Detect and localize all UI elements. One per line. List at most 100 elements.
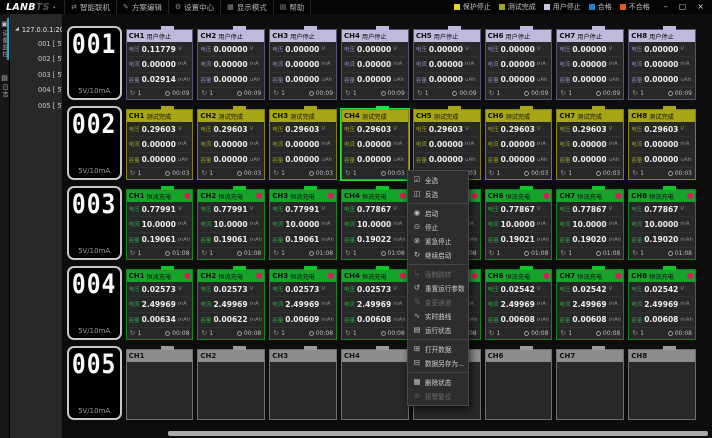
- tree-root[interactable]: ◢ 127.0.0.1:2001,2000 [连接设备5 台]: [15, 21, 62, 36]
- menu-item-realtime-curve[interactable]: ∿实时曲线: [408, 309, 468, 323]
- channel-card-005-ch2[interactable]: CH2: [197, 349, 265, 420]
- channel-card-003-ch4[interactable]: CH4恒流充电电压0.77867V电流10.0000mA容量0.19022mAh…: [341, 189, 409, 260]
- device-panel-003[interactable]: 0035V/10mA: [67, 186, 122, 260]
- channel-card-004-ch2[interactable]: CH2恒流充电电压0.02573V电流2.49969mA容量0.00622mAh…: [197, 269, 265, 340]
- channel-card-001-ch4[interactable]: CH4用户停止电压0.00000V电流0.00000mA容量0.00000uAh…: [341, 29, 409, 100]
- device-number: 004: [72, 272, 117, 298]
- clock-icon: [309, 331, 314, 336]
- device-monitor-icon: ▣: [1, 20, 8, 28]
- voltage-label: 电压: [200, 125, 211, 133]
- close-button[interactable]: ×: [697, 3, 704, 11]
- channel-card-002-ch4[interactable]: CH4测试完成电压0.29603V电流0.00000mA容量0.00000uAh…: [341, 109, 409, 180]
- channel-card-003-ch1[interactable]: CH1恒流充电电压0.77991V电流10.0000mA容量0.19061mAh…: [126, 189, 194, 260]
- horizontal-scrollbar[interactable]: [168, 431, 708, 436]
- capacity-label: 容量: [200, 236, 211, 244]
- clock-icon: [165, 171, 170, 176]
- logo-dropdown-caret[interactable]: ·: [53, 3, 56, 12]
- channel-card-005-ch3[interactable]: CH3: [269, 349, 337, 420]
- sidebar-tab-device-monitor[interactable]: ▣设备监控: [0, 19, 9, 59]
- channel-card-001-ch5[interactable]: CH5用户停止电压0.00000V电流0.00000mA容量0.00000uAh…: [413, 29, 481, 100]
- channel-card-005-ch6[interactable]: CH6: [485, 349, 553, 420]
- channel-card-002-ch3[interactable]: CH3测试完成电压0.29603V电流0.00000mA容量0.00000uAh…: [269, 109, 337, 180]
- channel-name: CH8: [631, 192, 647, 200]
- channel-card-005-ch7[interactable]: CH7: [556, 349, 624, 420]
- tree-item-001[interactable]: 001 [ 5V/10mA-1.1-20180501001 ]: [15, 36, 62, 52]
- channel-footer: ↻100:03: [342, 168, 408, 179]
- channel-status: 测试完成: [577, 112, 602, 121]
- tree-item-003[interactable]: 003 [ 5V/10mA-1.1-20180501003 ]: [15, 67, 62, 83]
- channel-card-004-ch7[interactable]: CH7恒流充电电压0.02542V电流2.49969mA容量0.00608mAh…: [556, 269, 624, 340]
- current-unit: mA: [250, 221, 259, 227]
- capacity-row: 容量0.00000uAh: [129, 153, 191, 168]
- channel-values: 电压0.29603V电流0.00000mA容量0.00000uAh: [486, 122, 552, 168]
- menu-help[interactable]: ▤帮助: [273, 0, 312, 14]
- sidebar-tab-log[interactable]: ▤日志: [0, 73, 9, 99]
- channel-card-005-ch8[interactable]: CH8: [628, 349, 696, 420]
- battery-terminal-nub: [304, 26, 317, 30]
- current-row: 电流0.00000mA: [200, 57, 262, 72]
- channel-values: 电压0.02542V电流2.49969mA容量0.00608mAh: [629, 282, 695, 328]
- channel-card-001-ch1[interactable]: CH1用户停止电压0.11779V电流0.00000mA容量0.02914mAh…: [126, 29, 194, 100]
- menu-item-select-all[interactable]: ☑全选: [408, 173, 468, 187]
- loop-count: 1: [209, 170, 213, 177]
- menu-item-open-data[interactable]: ⊞打开数据: [408, 342, 468, 356]
- menu-item-start[interactable]: ◉启动: [408, 206, 468, 220]
- channel-card-005-ch4[interactable]: CH4: [341, 349, 409, 420]
- channel-card-002-ch1[interactable]: CH1测试完成电压0.29603V电流0.00000mA容量0.00000uAh…: [126, 109, 194, 180]
- channel-card-002-ch6[interactable]: CH6测试完成电压0.29603V电流0.00000mA容量0.00000uAh…: [485, 109, 553, 180]
- menu-item-alarm-reset: ⊘报警复位: [408, 389, 468, 403]
- menu-item-emergency-stop[interactable]: ⊗紧急停止: [408, 234, 468, 248]
- voltage-value: 0.29603: [644, 125, 678, 134]
- menu-item-resume-start[interactable]: ↻继续启动: [408, 248, 468, 262]
- device-panel-002[interactable]: 0025V/10mA: [67, 106, 122, 180]
- menu-separator: [409, 203, 467, 204]
- protection-shield-icon: [543, 273, 549, 280]
- loop-icon: ↻: [489, 90, 495, 97]
- channel-card-003-ch2[interactable]: CH2恒流充电电压0.77991V电流10.0000mA容量0.19061mAh…: [197, 189, 265, 260]
- channel-card-002-ch8[interactable]: CH8测试完成电压0.29603V电流0.00000mA容量0.00000uAh…: [628, 109, 696, 180]
- menu-display-mode[interactable]: ▦显示模式: [220, 0, 273, 14]
- menu-plan-edit[interactable]: ✎方案编辑: [116, 0, 168, 14]
- channel-card-001-ch7[interactable]: CH7用户停止电压0.00000V电流0.00000mA容量0.00000uAh…: [556, 29, 624, 100]
- tree-item-005[interactable]: 005 [ 5V/10mA-1.1-20180501005 ]: [15, 98, 62, 114]
- channel-card-005-ch1[interactable]: CH1: [126, 349, 194, 420]
- tree-item-002[interactable]: 002 [ 5V/10mA-1.1-20180501002 ]: [15, 52, 62, 68]
- channel-card-004-ch1[interactable]: CH1恒流充电电压0.02573V电流2.49969mA容量0.00634mAh…: [126, 269, 194, 340]
- channel-card-003-ch3[interactable]: CH3恒流充电电压0.77991V电流10.0000mA容量0.19061mAh…: [269, 189, 337, 260]
- channel-card-004-ch8[interactable]: CH8恒流充电电压0.02542V电流2.49969mA容量0.00608mAh…: [628, 269, 696, 340]
- loop-icon: ↻: [201, 90, 207, 97]
- menu-item-save-data-as[interactable]: ⊟数据另存为...: [408, 356, 468, 370]
- channel-card-002-ch7[interactable]: CH7测试完成电压0.29603V电流0.00000mA容量0.00000uAh…: [556, 109, 624, 180]
- channel-card-001-ch2[interactable]: CH2用户停止电压0.00000V电流0.00000mA容量0.00000uAh…: [197, 29, 265, 100]
- channel-card-001-ch6[interactable]: CH6用户停止电压0.00000V电流0.00000mA容量0.00000uAh…: [485, 29, 553, 100]
- channel-card-004-ch6[interactable]: CH6恒流充电电压0.02542V电流2.49969mA容量0.00608mAh…: [485, 269, 553, 340]
- loop-count: 1: [209, 90, 213, 97]
- device-panel-005[interactable]: 0055V/10mA: [67, 346, 122, 420]
- channel-card-003-ch8[interactable]: CH8恒流充电电压0.77867V电流10.0000mA容量0.19020mAh…: [628, 189, 696, 260]
- menu-item-invert-selection[interactable]: ◫反选: [408, 187, 468, 201]
- channel-card-004-ch3[interactable]: CH3恒流充电电压0.02573V电流2.49969mA容量0.00609mAh…: [269, 269, 337, 340]
- device-panel-004[interactable]: 004 5V/10mA: [67, 266, 122, 340]
- voltage-row: 电压0.02573V: [344, 282, 406, 297]
- device-spec: 5V/10mA: [78, 327, 110, 335]
- channel-card-003-ch7[interactable]: CH7恒流充电电压0.77867V电流10.0000mA容量0.19020mAh…: [556, 189, 624, 260]
- channel-card-003-ch6[interactable]: CH6恒流充电电压0.77867V电流10.0000mA容量0.19021mAh…: [485, 189, 553, 260]
- device-panel-001[interactable]: 0015V/10mA: [67, 26, 122, 100]
- channel-card-001-ch3[interactable]: CH3用户停止电压0.00000V电流0.00000mA容量0.00000uAh…: [269, 29, 337, 100]
- menu-item-reset-run-params[interactable]: ↺重置运行参数: [408, 281, 468, 295]
- menu-item-stop[interactable]: ⊙停止: [408, 220, 468, 234]
- tree-expand-icon[interactable]: ◢: [15, 26, 19, 32]
- menu-smart-link[interactable]: ⇄智能联机: [64, 0, 116, 14]
- minimize-button[interactable]: –: [664, 3, 668, 11]
- channel-card-001-ch8[interactable]: CH8用户停止电压0.00000V电流0.00000mA容量0.00000uAh…: [628, 29, 696, 100]
- menu-settings-center[interactable]: ⚙设置中心: [168, 0, 220, 14]
- menu-item-delete-status[interactable]: ▦删除状态: [408, 375, 468, 389]
- channel-card-004-ch4[interactable]: CH4恒流充电电压0.02573V电流2.49969mA容量0.00608mAh…: [341, 269, 409, 340]
- maximize-button[interactable]: ▢: [679, 3, 687, 11]
- channel-card-002-ch2[interactable]: CH2测试完成电压0.29603V电流0.00000mA容量0.00000uAh…: [197, 109, 265, 180]
- menu-item-run-status[interactable]: ▤运行状态: [408, 323, 468, 337]
- menu-separator: [409, 372, 467, 373]
- clock-icon: [165, 251, 170, 256]
- tree-item-004[interactable]: 004 [ 5V/10mA-1.1-20180501004 ]: [15, 83, 62, 99]
- channel-header: CH1恒流充电: [127, 190, 193, 202]
